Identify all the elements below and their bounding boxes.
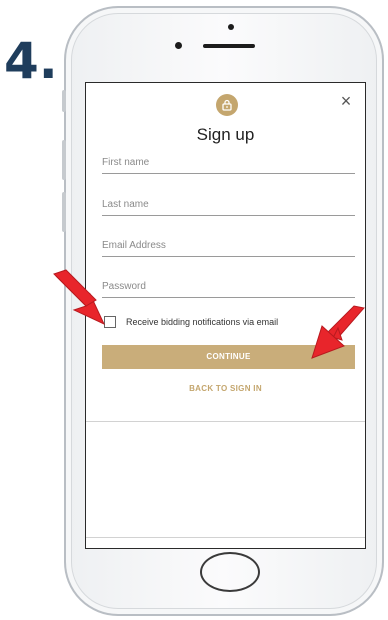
password-field[interactable] [102,276,355,298]
annotation-arrow-continue [311,305,365,359]
first-name-input[interactable] [102,152,355,173]
page-title: Sign up [196,125,255,144]
last-name-field[interactable] [102,194,355,216]
last-name-input[interactable] [102,194,355,215]
email-field[interactable] [102,235,355,257]
phone-side-button [62,140,66,180]
email-input[interactable] [102,235,355,256]
phone-sensor-dot [228,24,234,30]
first-name-field[interactable] [102,152,355,174]
step-number: 4. [4,32,58,90]
phone-camera [175,42,182,49]
notifications-checkbox-label: Receive bidding notifications via email [126,317,279,327]
phone-side-button [62,90,66,112]
phone-side-button [62,192,66,232]
phone-speaker [203,44,255,48]
lock-icon [216,94,238,116]
back-to-sign-in-link[interactable]: BACK TO SIGN IN [86,384,365,393]
divider [86,537,365,538]
close-icon[interactable]: × [338,92,354,110]
notifications-checkbox-row[interactable]: Receive bidding notifications via email [104,316,278,328]
password-input[interactable] [102,276,355,297]
annotation-arrow-checkbox [53,269,106,326]
divider [86,421,365,422]
home-button[interactable] [200,552,260,592]
